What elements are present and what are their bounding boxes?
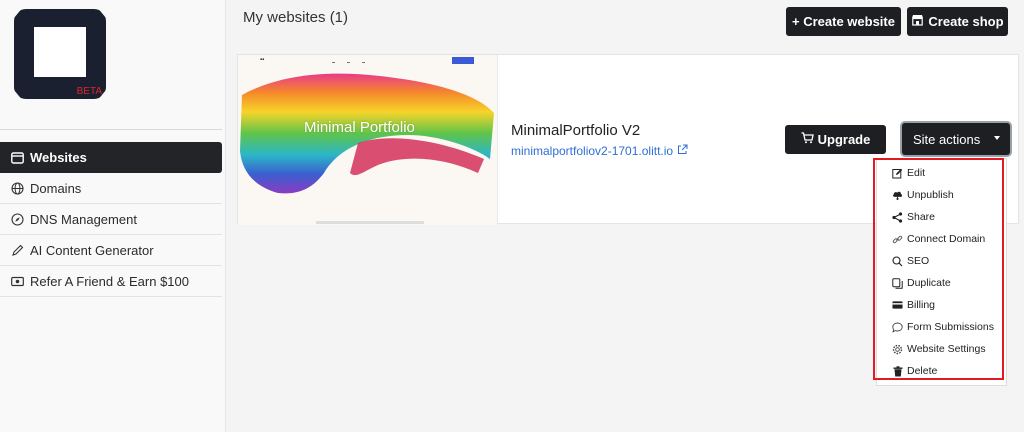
menu-item-billing[interactable]: Billing	[892, 294, 1007, 316]
beta-badge: BETA	[76, 86, 102, 97]
share-icon	[892, 211, 903, 223]
shop-icon	[911, 14, 924, 29]
globe-icon	[10, 181, 24, 195]
menu-item-unpublish[interactable]: Unpublish	[892, 184, 1007, 206]
menu-item-label: Website Settings	[907, 343, 986, 355]
upgrade-button[interactable]: Upgrade	[785, 125, 886, 154]
cart-icon	[801, 132, 814, 147]
site-actions-dropdown-button[interactable]: Site actions	[902, 123, 1010, 155]
compass-icon	[10, 212, 24, 226]
menu-item-form-submissions[interactable]: Form Submissions	[892, 316, 1007, 338]
menu-item-share[interactable]: Share	[892, 206, 1007, 228]
website-name: MinimalPortfolio V2	[511, 122, 641, 139]
menu-item-edit[interactable]: Edit	[892, 162, 1007, 184]
site-actions-menu-list: Edit Unpublish Share Connect Domain SEO …	[892, 162, 1007, 382]
external-link-icon	[677, 144, 688, 158]
link-icon	[892, 234, 903, 245]
site-actions-label: Site actions	[913, 131, 981, 147]
page-title: My websites (1)	[243, 9, 349, 26]
create-shop-button[interactable]: Create shop	[907, 7, 1008, 36]
menu-item-website-settings[interactable]: Website Settings	[892, 338, 1007, 360]
website-thumbnail[interactable]: ▪▪ ▬ ▬ ▬ Minimal Portfolio	[238, 55, 498, 225]
website-url-link[interactable]: minimalportfoliov2-1701.olitt.io	[511, 144, 688, 158]
menu-item-label: Form Submissions	[907, 321, 994, 333]
create-shop-label: Create shop	[928, 14, 1004, 29]
browser-window-icon	[10, 151, 24, 165]
menu-item-label: Share	[907, 211, 936, 223]
sidebar-item-dns-management[interactable]: DNS Management	[0, 204, 222, 235]
create-website-label: + Create website	[792, 14, 895, 29]
menu-item-label: Connect Domain	[907, 233, 986, 245]
sidebar-nav: Websites Domains DNS Management AI Conte…	[0, 142, 222, 297]
upgrade-label: Upgrade	[817, 132, 871, 147]
logo-mark	[34, 27, 86, 77]
duplicate-icon	[892, 277, 903, 289]
cloud-icon	[892, 190, 903, 201]
sidebar: BETA Websites Domains DNS Management AI	[0, 0, 226, 432]
menu-item-label: Billing	[907, 299, 936, 311]
sidebar-item-label: Websites	[30, 150, 87, 165]
menu-item-label: Edit	[907, 167, 926, 179]
thumbnail-footer	[316, 221, 424, 224]
app-logo[interactable]: BETA	[14, 9, 106, 99]
sidebar-item-domains[interactable]: Domains	[0, 173, 222, 204]
menu-item-label: SEO	[907, 255, 930, 267]
pencil-icon	[10, 243, 24, 257]
sidebar-item-ai-content-generator[interactable]: AI Content Generator	[0, 235, 222, 266]
sidebar-divider	[0, 129, 222, 130]
menu-item-connect-domain[interactable]: Connect Domain	[892, 228, 1007, 250]
menu-item-delete[interactable]: Delete	[892, 360, 1007, 382]
menu-item-duplicate[interactable]: Duplicate	[892, 272, 1007, 294]
credit-card-icon	[892, 300, 903, 311]
search-icon	[892, 255, 903, 267]
sidebar-item-refer-a-friend[interactable]: Refer A Friend & Earn $100	[0, 266, 222, 297]
cash-icon	[10, 274, 24, 288]
trash-icon	[892, 365, 903, 377]
sidebar-item-label: AI Content Generator	[30, 242, 154, 258]
menu-item-seo[interactable]: SEO	[892, 250, 1007, 272]
rainbow-paint-image	[240, 73, 494, 194]
sidebar-item-label: DNS Management	[30, 211, 137, 227]
edit-icon	[892, 168, 903, 179]
sidebar-item-websites[interactable]: Websites	[0, 142, 222, 173]
menu-item-label: Delete	[907, 365, 938, 377]
gear-icon	[892, 344, 903, 355]
chat-icon	[892, 322, 903, 333]
sidebar-item-label: Domains	[30, 180, 82, 196]
menu-item-label: Duplicate	[907, 277, 951, 289]
thumbnail-title: Minimal Portfolio	[304, 119, 415, 136]
website-url-text: minimalportfoliov2-1701.olitt.io	[511, 144, 674, 158]
caret-down-icon	[994, 136, 1000, 140]
sidebar-item-label: Refer A Friend & Earn $100	[30, 273, 189, 289]
create-website-button[interactable]: + Create website	[786, 7, 901, 36]
menu-item-label: Unpublish	[907, 189, 954, 201]
